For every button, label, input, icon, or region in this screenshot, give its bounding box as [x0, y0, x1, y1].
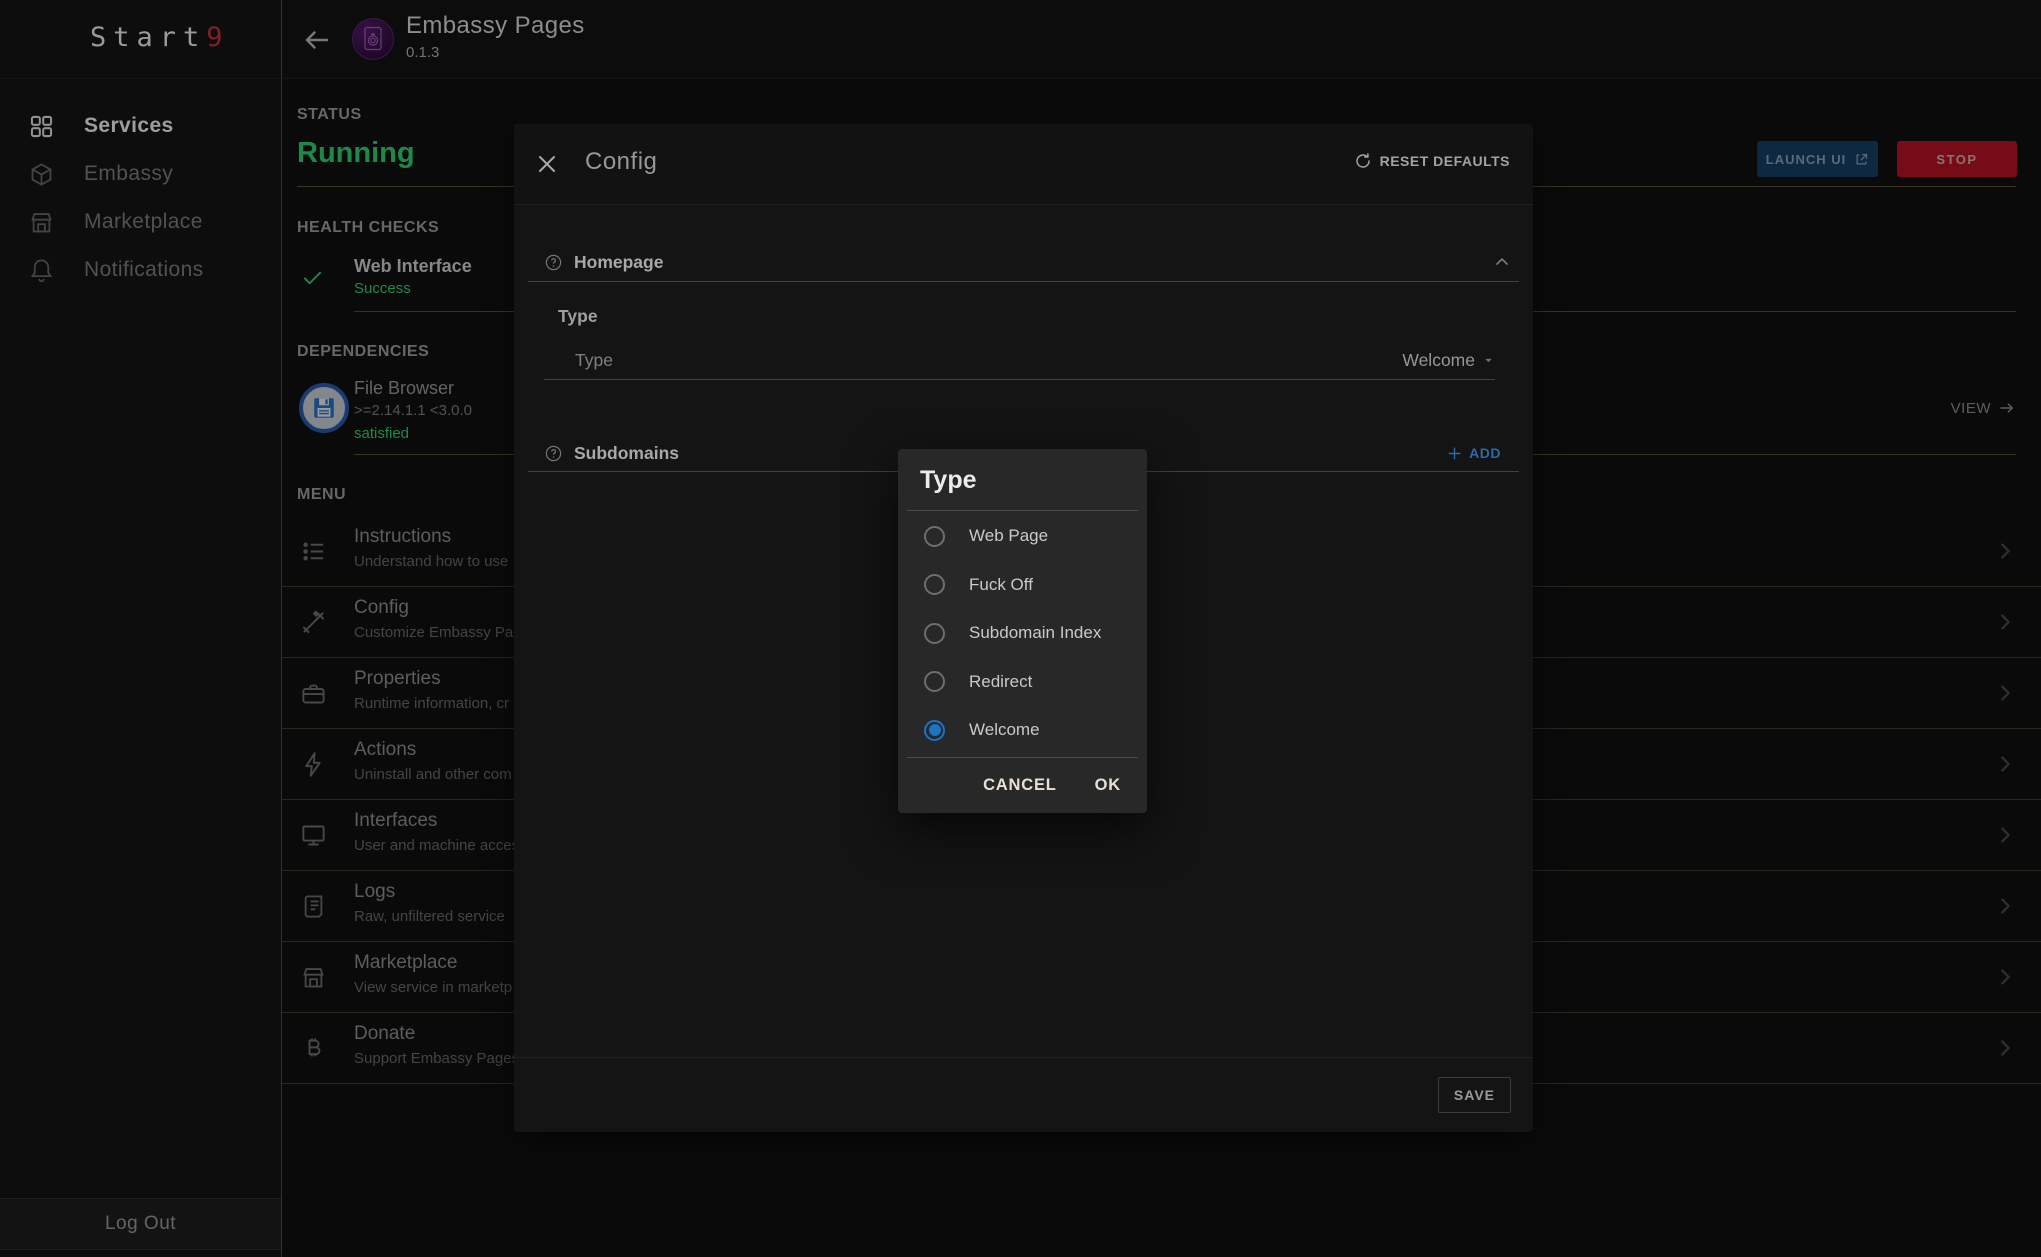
radio-option-redirect[interactable]: Redirect — [898, 658, 1147, 707]
type-dialog: Type Web Page Fuck Off Subdomain Index R… — [898, 449, 1147, 813]
radio-option-label: Redirect — [969, 672, 1032, 692]
radio-option-label: Subdomain Index — [969, 623, 1101, 643]
type-dialog-title: Type — [920, 466, 977, 495]
type-options: Web Page Fuck Off Subdomain Index Redire… — [898, 512, 1147, 755]
radio-option-fuck-off[interactable]: Fuck Off — [898, 561, 1147, 610]
radio-icon[interactable] — [924, 671, 945, 692]
radio-option-web-page[interactable]: Web Page — [898, 512, 1147, 561]
radio-option-label: Web Page — [969, 526, 1048, 546]
ok-button[interactable]: OK — [1095, 776, 1121, 795]
app-root: Start9 Services Embassy Marketplace Noti… — [0, 0, 2041, 1257]
radio-icon[interactable] — [924, 623, 945, 644]
type-dialog-footer: CANCEL OK — [898, 758, 1147, 813]
radio-option-welcome[interactable]: Welcome — [898, 706, 1147, 755]
radio-option-label: Fuck Off — [969, 575, 1033, 595]
dialog-divider — [907, 510, 1138, 511]
radio-icon[interactable] — [924, 574, 945, 595]
radio-option-label: Welcome — [969, 720, 1040, 740]
radio-option-subdomain-index[interactable]: Subdomain Index — [898, 609, 1147, 658]
cancel-button[interactable]: CANCEL — [983, 776, 1057, 795]
radio-icon[interactable] — [924, 526, 945, 547]
radio-selected-icon[interactable] — [924, 720, 945, 741]
